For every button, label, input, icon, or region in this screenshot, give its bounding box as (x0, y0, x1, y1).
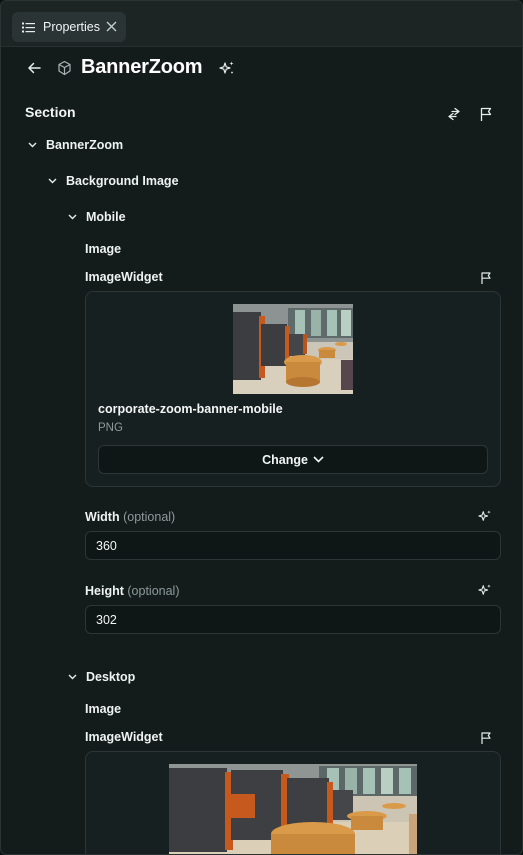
height-label-text: Height (85, 584, 124, 598)
mobile-image-label: Image (85, 242, 122, 256)
width-optional-text: (optional) (123, 510, 176, 524)
change-button[interactable]: Change (98, 445, 488, 474)
properties-panel: Properties BannerZoom Section BannerZoom (0, 0, 523, 855)
tree-item-bannerzoom[interactable]: BannerZoom (28, 138, 123, 152)
tab-properties[interactable]: Properties (12, 12, 126, 42)
desktop-image-widget (85, 751, 501, 855)
page-title: BannerZoom (81, 56, 203, 78)
mobile-imagewidget-label: ImageWidget (85, 270, 163, 284)
cube-icon (58, 60, 71, 76)
file-type: PNG (98, 422, 123, 434)
tree-item-label: Desktop (86, 670, 136, 684)
list-icon (22, 22, 35, 32)
close-icon[interactable] (106, 21, 117, 32)
tab-label: Properties (43, 20, 100, 34)
tab-bar: Properties (1, 1, 522, 47)
chevron-down-icon (313, 456, 324, 463)
height-input[interactable]: 302 (85, 605, 501, 634)
sparkle-icon[interactable] (478, 509, 492, 523)
flag-icon[interactable] (479, 106, 493, 122)
image-preview[interactable] (233, 304, 353, 394)
height-label: Height (optional) (85, 584, 180, 598)
sparkle-icon[interactable] (219, 60, 235, 76)
desktop-imagewidget-label: ImageWidget (85, 730, 163, 744)
swap-icon[interactable] (446, 106, 462, 122)
chevron-down-icon (68, 214, 77, 220)
tree-item-background-image[interactable]: Background Image (48, 174, 179, 188)
tree-item-label: BannerZoom (46, 138, 124, 152)
width-input[interactable]: 360 (85, 531, 501, 560)
file-name: corporate-zoom-banner-mobile (98, 402, 283, 416)
change-button-label: Change (262, 452, 308, 467)
width-label: Width (optional) (85, 510, 175, 524)
tree-item-desktop[interactable]: Desktop (68, 670, 135, 684)
sparkle-icon[interactable] (478, 583, 492, 597)
tree-item-label: Mobile (86, 210, 126, 224)
desktop-image-label: Image (85, 702, 122, 716)
width-label-text: Width (85, 510, 120, 524)
flag-icon[interactable] (480, 731, 492, 745)
panel-header: BannerZoom (1, 49, 522, 89)
chevron-down-icon (48, 178, 57, 184)
arrow-left-icon[interactable] (26, 60, 42, 76)
image-preview[interactable] (169, 764, 417, 855)
tree-item-label: Background Image (66, 174, 179, 188)
chevron-down-icon (28, 142, 37, 148)
flag-icon[interactable] (480, 271, 492, 285)
mobile-image-widget: corporate-zoom-banner-mobile PNG Change (85, 291, 501, 487)
height-optional-text: (optional) (127, 584, 180, 598)
chevron-down-icon (68, 674, 77, 680)
tree-item-mobile[interactable]: Mobile (68, 210, 126, 224)
section-heading: Section (25, 104, 76, 120)
